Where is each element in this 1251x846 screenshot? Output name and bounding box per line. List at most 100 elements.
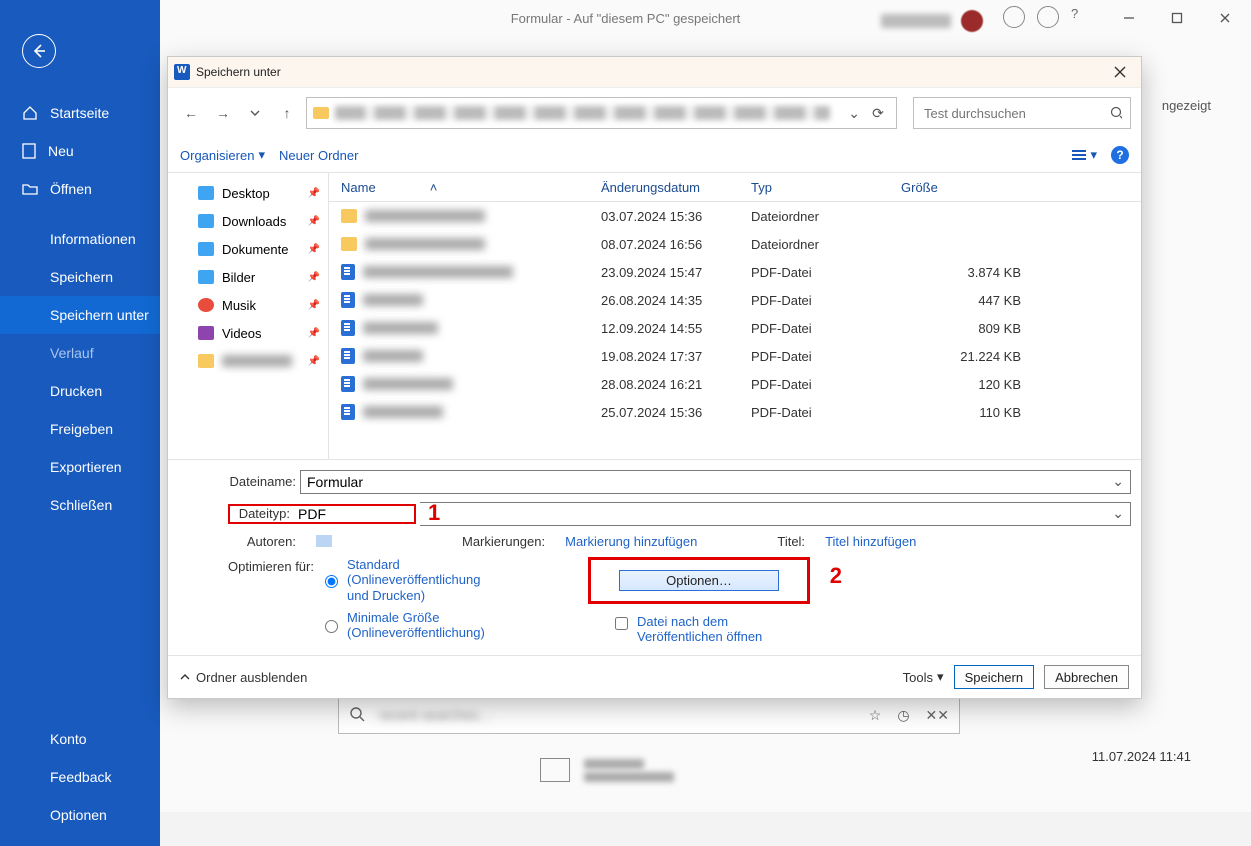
file-row[interactable]: 19.08.2024 17:37PDF-Datei21.224 KB <box>329 342 1141 370</box>
file-name-cell[interactable] <box>341 348 601 364</box>
open-after-checkbox[interactable] <box>615 617 628 630</box>
col-size[interactable]: Größe <box>901 180 1041 195</box>
file-row[interactable]: 12.09.2024 14:55PDF-Datei809 KB <box>329 314 1141 342</box>
nav-back-button[interactable]: ← <box>178 100 204 126</box>
back-button[interactable] <box>22 34 56 68</box>
cancel-button[interactable]: Abbrechen <box>1044 665 1129 689</box>
sidebar-export[interactable]: Exportieren <box>0 448 160 486</box>
file-modified: 08.07.2024 16:56 <box>601 237 751 252</box>
pdf-file-icon <box>341 348 355 364</box>
file-row[interactable]: 03.07.2024 15:36Dateiordner <box>329 202 1141 230</box>
sidebar-export-label: Exportieren <box>50 459 122 475</box>
folder-tree-pane[interactable]: Desktop📌 Downloads📌 Dokumente📌 Bilder📌 M… <box>168 173 329 459</box>
star-icon[interactable]: ☆ <box>869 707 882 724</box>
tools-dropdown[interactable]: Tools ▾ <box>903 669 944 685</box>
sidebar-print[interactable]: Drucken <box>0 372 160 410</box>
file-name-cell[interactable] <box>341 376 601 392</box>
dialog-close-button[interactable] <box>1105 61 1135 83</box>
options-button[interactable]: Optionen… <box>619 570 779 591</box>
dialog-titlebar[interactable]: Speichern unter <box>168 57 1141 88</box>
nav-up-button[interactable]: ↑ <box>274 100 300 126</box>
sidebar-home[interactable]: Startseite <box>0 94 160 132</box>
tree-pictures[interactable]: Bilder📌 <box>168 263 328 291</box>
sidebar-close[interactable]: Schließen <box>0 486 160 524</box>
col-modified[interactable]: Änderungsdatum <box>601 180 751 195</box>
col-name[interactable]: Name ˄ <box>341 180 601 195</box>
sidebar-open[interactable]: Öffnen <box>0 170 160 208</box>
tree-downloads[interactable]: Downloads📌 <box>168 207 328 235</box>
optimize-standard[interactable]: Standard (Onlineveröffentlichung und Dru… <box>320 557 492 604</box>
filetype-value[interactable]: PDF <box>294 506 330 522</box>
search-input[interactable] <box>922 105 1104 122</box>
word-title-text: Formular - Auf "diesem PC" gespeichert <box>511 11 741 26</box>
title-add-link[interactable]: Titel hinzufügen <box>825 534 916 549</box>
word-app-icon <box>174 64 190 80</box>
tree-desktop[interactable]: Desktop📌 <box>168 179 328 207</box>
metadata-row: Autoren: Markierungen: Markierung hinzuf… <box>228 534 1131 549</box>
refresh-button[interactable]: ⟳ <box>866 105 890 122</box>
sidebar-save[interactable]: Speichern <box>0 258 160 296</box>
file-row[interactable]: 25.07.2024 15:36PDF-Datei110 KB <box>329 398 1141 426</box>
clock-icon[interactable]: ◷ <box>897 707 909 724</box>
file-name-cell[interactable] <box>341 320 601 336</box>
tree-videos[interactable]: Videos📌 <box>168 319 328 347</box>
file-rows[interactable]: 03.07.2024 15:36Dateiordner08.07.2024 16… <box>329 202 1141 426</box>
toggle-folders-button[interactable]: Ordner ausblenden <box>180 670 307 685</box>
sidebar-account[interactable]: Konto <box>0 720 160 758</box>
file-name-cell[interactable] <box>341 209 601 223</box>
col-type-label: Typ <box>751 180 772 195</box>
sidebar-feedback[interactable]: Feedback <box>0 758 160 796</box>
profile-avatar[interactable] <box>961 10 983 32</box>
smile-icon[interactable] <box>1003 6 1025 28</box>
file-row[interactable]: 28.08.2024 16:21PDF-Datei120 KB <box>329 370 1141 398</box>
window-maximize-button[interactable] <box>1155 4 1199 32</box>
window-minimize-button[interactable] <box>1107 4 1151 32</box>
filename-input-wrap[interactable]: Formular ⌄ <box>300 470 1131 494</box>
tree-documents[interactable]: Dokumente📌 <box>168 235 328 263</box>
window-close-button[interactable] <box>1203 4 1247 32</box>
address-bar[interactable]: ⌄ ⟳ <box>306 97 897 129</box>
sidebar-options[interactable]: Optionen <box>0 796 160 834</box>
tools-icon[interactable]: ✕✕ <box>926 707 949 724</box>
new-folder-button[interactable]: Neuer Ordner <box>279 148 358 163</box>
nav-forward-button[interactable]: → <box>210 100 236 126</box>
file-name-cell[interactable] <box>341 292 601 308</box>
filetype-dropdown-icon[interactable]: ⌄ <box>1112 505 1124 522</box>
file-row[interactable]: 08.07.2024 16:56Dateiordner <box>329 230 1141 258</box>
author-avatar[interactable] <box>316 535 332 547</box>
search-status-bar[interactable]: recent searches… ☆ ◷ ✕✕ <box>338 696 960 734</box>
filetype-dropdown[interactable]: ⌄ <box>420 502 1131 526</box>
help-icon[interactable]: ? <box>1071 6 1091 26</box>
file-name-cell[interactable] <box>341 404 601 420</box>
file-name-cell[interactable] <box>341 264 601 280</box>
help-button[interactable]: ? <box>1111 146 1129 164</box>
tree-custom-folder[interactable]: 📌 <box>168 347 328 375</box>
frown-icon[interactable] <box>1037 6 1059 28</box>
save-button[interactable]: Speichern <box>954 665 1035 689</box>
filename-value[interactable]: Formular <box>307 474 363 490</box>
sidebar-saveas[interactable]: Speichern unter <box>0 296 160 334</box>
optimize-standard-radio[interactable] <box>325 559 338 604</box>
pin-icon: 📌 <box>308 188 320 199</box>
search-box[interactable] <box>913 97 1131 129</box>
address-chevron-down-icon[interactable]: ⌄ <box>848 105 860 122</box>
nav-recent-button[interactable] <box>242 100 268 126</box>
file-thumbnail[interactable] <box>540 758 570 782</box>
file-row[interactable]: 23.09.2024 15:47PDF-Datei3.874 KB <box>329 258 1141 286</box>
file-size: 21.224 KB <box>901 349 1041 364</box>
file-name-cell[interactable] <box>341 237 601 251</box>
file-list-header[interactable]: Name ˄ Änderungsdatum Typ Größe <box>329 173 1141 202</box>
open-after-publish[interactable]: Datei nach dem Veröffentlichen öffnen <box>611 614 787 645</box>
tree-music[interactable]: Musik📌 <box>168 291 328 319</box>
optimize-minimal[interactable]: Minimale Größe (Onlineveröffentlichung) <box>320 610 492 641</box>
optimize-minimal-radio[interactable] <box>325 612 338 641</box>
tags-add-link[interactable]: Markierung hinzufügen <box>565 534 697 549</box>
filename-dropdown-icon[interactable]: ⌄ <box>1112 473 1124 490</box>
sidebar-info[interactable]: Informationen <box>0 220 160 258</box>
sidebar-new[interactable]: Neu <box>0 132 160 170</box>
organize-button[interactable]: Organisieren ▾ <box>180 147 265 163</box>
col-type[interactable]: Typ <box>751 180 901 195</box>
view-mode-button[interactable]: ▾ <box>1072 147 1097 163</box>
file-row[interactable]: 26.08.2024 14:35PDF-Datei447 KB <box>329 286 1141 314</box>
sidebar-share[interactable]: Freigeben <box>0 410 160 448</box>
